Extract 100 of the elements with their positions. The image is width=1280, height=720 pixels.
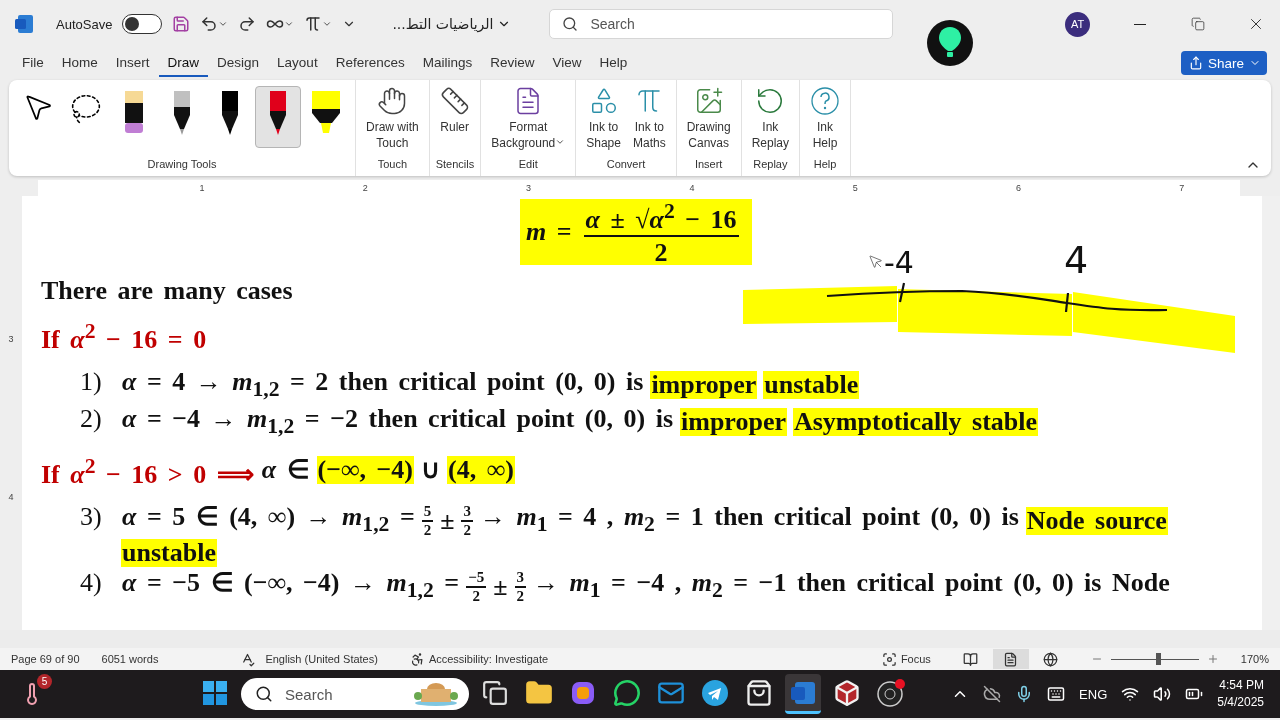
- highlighted-term: (−∞, −4): [316, 456, 414, 485]
- highlighted-term: (4, ∞): [447, 456, 515, 485]
- menu-tab[interactable]: References: [326, 49, 414, 77]
- restore-icon: [1191, 17, 1205, 31]
- ribbon-button[interactable]: Ink Help: [806, 84, 845, 153]
- menu-tab[interactable]: Design: [208, 49, 269, 77]
- search-icon: [562, 16, 579, 32]
- ruler-number: 1: [198, 183, 206, 193]
- statement-text: → m$_{1}$ = 4 , m$_{2}$ = 1 then critical point (0, 0) is: [479, 503, 1020, 539]
- keyboard-icon[interactable]: [1047, 685, 1066, 703]
- group-label: Drawing Tools: [146, 158, 218, 172]
- statement-text: α = −4 → m$_{1,2}$ = −2 then critical point (0, 0) is: [121, 404, 674, 441]
- pencil-icon: [171, 91, 193, 135]
- paper-plane-icon: [701, 678, 729, 707]
- formula-lhs: m =: [526, 217, 572, 247]
- share-button[interactable]: Share: [1180, 51, 1267, 75]
- zoom-level[interactable]: 170%: [1240, 653, 1269, 665]
- menu-tab[interactable]: Mailings: [413, 49, 482, 77]
- print-view-button[interactable]: [992, 649, 1029, 669]
- menu-tab[interactable]: Draw: [158, 49, 209, 77]
- menu-tab[interactable]: Layout: [268, 49, 327, 77]
- ribbon-button[interactable]: Ink to Shape: [582, 84, 625, 153]
- user-avatar[interactable]: AT: [1065, 11, 1090, 37]
- pen-tool[interactable]: [255, 86, 301, 148]
- ruler-number: 2: [361, 183, 369, 193]
- fraction-numerator: 3: [514, 568, 526, 588]
- menu-tab[interactable]: View: [543, 49, 591, 77]
- ruler-number: 3: [7, 334, 15, 344]
- group-label: Stencils: [435, 158, 475, 172]
- book-icon: [963, 651, 979, 667]
- word-count: 6051 words: [101, 653, 159, 665]
- statement-text: ±: [492, 572, 509, 601]
- highlighted-term: unstable: [121, 538, 217, 567]
- statement-text: → m$_{1}$ = −4 , m$_{2}$ = −1 then critical point (0, 0) is Node: [532, 569, 1171, 605]
- highlighted-term: unstable: [763, 371, 860, 400]
- page-count: Page 69 of 90: [11, 653, 80, 665]
- highlighter-icon: [311, 91, 341, 135]
- ribbon-button[interactable]: Drawing Canvas: [682, 84, 735, 153]
- group-label: Convert: [605, 158, 647, 172]
- ribbon-button[interactable]: Ruler: [435, 84, 474, 137]
- folder-icon: [525, 678, 553, 707]
- cursor-icon: [868, 254, 884, 270]
- condition-text: If α$^{2}$ − 16 = 0: [40, 318, 208, 354]
- globe-icon: [1043, 651, 1059, 667]
- highlighted-term: improper: [650, 371, 758, 400]
- statement-text: α = −5 ∈ (−∞, −4) → m$_{1,2}$ =: [121, 569, 461, 605]
- save-icon[interactable]: [172, 15, 191, 33]
- undo-icon[interactable]: [200, 15, 229, 33]
- ruler-number: 6: [1014, 183, 1022, 193]
- obs-icon: [876, 677, 906, 708]
- search-field[interactable]: Search: [549, 9, 894, 39]
- wifi-icon[interactable]: [1121, 685, 1140, 703]
- highlighted-term: improper: [680, 408, 787, 437]
- handwritten-number: -4: [884, 248, 914, 278]
- statement-text: α = 4 → m$_{1,2}$ = 2 then critical point (0, 0) is: [121, 367, 645, 403]
- ribbon-button[interactable]: Ink to Maths: [628, 84, 670, 153]
- page-icon: [1003, 651, 1019, 667]
- highlighted-term: Node source: [1025, 506, 1168, 535]
- input-language[interactable]: ENG: [1079, 686, 1108, 702]
- search-icon: [255, 685, 273, 703]
- chat-bubble-icon: [613, 678, 641, 707]
- menu-tab[interactable]: Review: [481, 49, 544, 77]
- proofing-icon[interactable]: [240, 651, 256, 667]
- autosave-toggle[interactable]: [122, 14, 163, 34]
- word-logo-icon: [14, 14, 34, 34]
- zoom-in-icon[interactable]: [1206, 653, 1219, 665]
- help-icon: [810, 86, 841, 116]
- menu-tab[interactable]: Insert: [106, 49, 159, 77]
- condition-text: If α$^{2}$ − 16 > 0 ⟹: [40, 453, 255, 489]
- cloud-off-icon[interactable]: [983, 685, 1002, 703]
- redo-icon[interactable]: [238, 15, 257, 33]
- ribbon-button[interactable]: Format Background: [487, 84, 570, 153]
- cube-icon: [833, 678, 861, 707]
- ruler-number: 5: [851, 183, 859, 193]
- document-title[interactable]: الرياضيات التط...: [392, 16, 512, 32]
- list-number: 3): [80, 502, 103, 533]
- pi-icon[interactable]: [304, 15, 333, 33]
- focus-icon: [881, 651, 897, 667]
- fraction-numerator: α ± √α$^{2}$ − 16: [583, 196, 739, 238]
- menu-tab[interactable]: File: [13, 49, 53, 77]
- ruler-number: 3: [525, 183, 533, 193]
- hand-icon: [377, 86, 408, 116]
- copilot-icon: [570, 679, 596, 706]
- ribbon-button[interactable]: Ink Replay: [747, 84, 794, 153]
- windows-icon: [202, 679, 228, 706]
- statement-text: ∪: [420, 456, 441, 485]
- volume-icon[interactable]: [1153, 685, 1172, 703]
- menu-tab[interactable]: Home: [52, 49, 107, 77]
- language-status[interactable]: English (United States): [265, 653, 378, 665]
- fraction-numerator: 5: [421, 502, 434, 522]
- fraction-denominator: 2: [516, 587, 524, 605]
- menu-tab[interactable]: Help: [590, 49, 637, 77]
- ribbon-button[interactable]: Draw with Touch: [362, 84, 423, 153]
- focus-button[interactable]: Focus: [900, 653, 931, 665]
- taskbar-app[interactable]: [785, 674, 821, 714]
- clock[interactable]: 4:54 PM 5/4/2025: [1217, 677, 1264, 711]
- ruler-number: 7: [1178, 183, 1186, 193]
- fraction-denominator: 2: [654, 237, 668, 270]
- caret-icon: [555, 137, 566, 147]
- accessibility-status[interactable]: Accessibility: Investigate: [428, 653, 549, 665]
